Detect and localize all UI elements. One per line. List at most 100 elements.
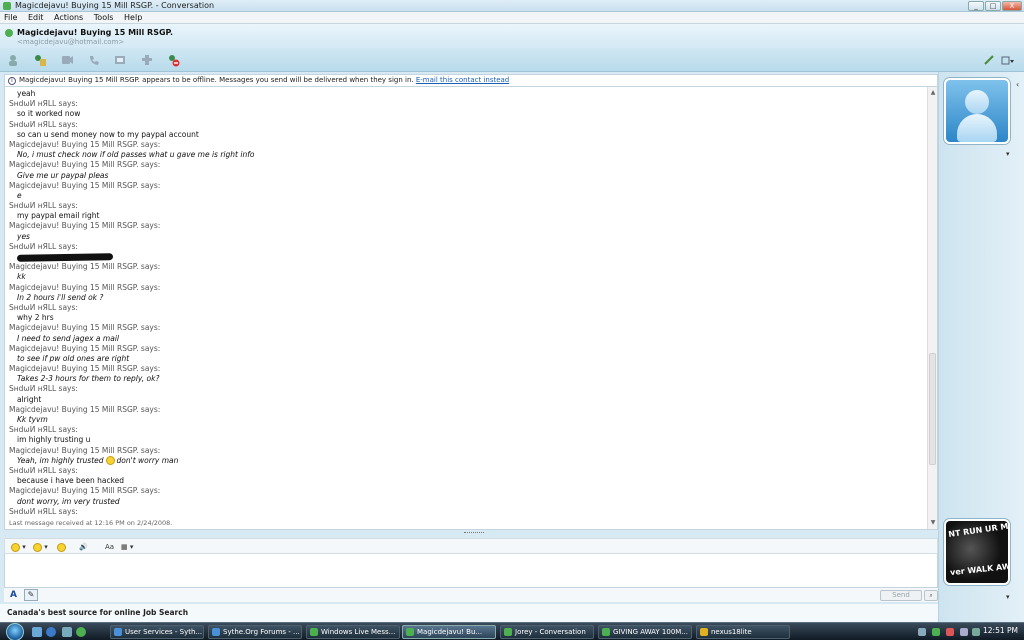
menu-edit[interactable]: Edit bbox=[24, 12, 48, 24]
message-sender: Magicdejavu! Buying 15 Mill RSGP. says: bbox=[9, 404, 161, 414]
scroll-thumb[interactable] bbox=[929, 353, 936, 465]
minimize-button[interactable]: _ bbox=[968, 1, 984, 11]
menu-tools[interactable]: Tools bbox=[90, 12, 118, 24]
contact-email: <magicdejavu@hotmail.com> bbox=[17, 38, 125, 46]
message-sender: SнdωИ нЯLL says: bbox=[9, 241, 78, 251]
menu-file[interactable]: File bbox=[0, 12, 21, 24]
contact-header: Magicdejavu! Buying 15 Mill RSGP. <magic… bbox=[0, 24, 1024, 48]
contact-name: Magicdejavu! Buying 15 Mill RSGP. bbox=[17, 28, 173, 37]
last-message-status: Last message received at 12:16 PM on 2/2… bbox=[9, 519, 173, 527]
message-text: to see if pw old ones are right bbox=[17, 353, 130, 363]
invite-icon[interactable] bbox=[6, 53, 20, 67]
contact-display-picture[interactable] bbox=[944, 78, 1010, 144]
call-icon[interactable] bbox=[87, 53, 101, 67]
menu-help[interactable]: Help bbox=[120, 12, 146, 24]
taskbar-item[interactable]: Windows Live Mess... bbox=[306, 625, 400, 639]
message-sender: SнdωИ нЯLL says: bbox=[9, 302, 78, 312]
messenger-quicklaunch-icon[interactable] bbox=[76, 627, 86, 637]
message-sender: SнdωИ нЯLL says: bbox=[9, 506, 78, 516]
message-sender: Magicdejavu! Buying 15 Mill RSGP. says: bbox=[9, 486, 161, 496]
message-text-part: Yeah, im highly trusted bbox=[17, 455, 104, 465]
message-sender: SнdωИ нЯLL says: bbox=[9, 119, 78, 129]
voice-clip-button[interactable]: 🔊 bbox=[79, 542, 88, 552]
message-sender: SнdωИ нЯLL says: bbox=[9, 425, 78, 435]
redaction-scribble bbox=[16, 252, 114, 262]
power-icon[interactable] bbox=[972, 628, 980, 636]
message-text: Give me ur paypal pleas bbox=[17, 170, 109, 180]
block-icon[interactable] bbox=[166, 53, 180, 67]
handwriting-mode-button[interactable]: ✎ bbox=[24, 589, 38, 601]
wink-button[interactable]: ▾ bbox=[33, 542, 48, 552]
window-controls: _ □ X bbox=[968, 1, 1022, 11]
send-button[interactable]: Send bbox=[880, 590, 922, 601]
message-text: im highly trusting u bbox=[17, 435, 91, 445]
taskbar-item[interactable]: Magicdejavu! Bu... bbox=[402, 625, 496, 639]
message-text: I need to send jagex a mail bbox=[17, 333, 119, 343]
message-sender: SнdωИ нЯLL says: bbox=[9, 99, 78, 109]
close-button[interactable]: X bbox=[1002, 1, 1022, 11]
taskbar-item[interactable]: Jorey - Conversation bbox=[500, 625, 594, 639]
message-text: In 2 hours i'll send ok ? bbox=[17, 292, 104, 302]
paint-icon[interactable] bbox=[982, 53, 996, 67]
message-text: so can u send money now to my paypal acc… bbox=[17, 129, 199, 139]
avatar-head bbox=[965, 90, 989, 114]
taskbar-item-icon bbox=[504, 628, 512, 636]
conversation-toolbar bbox=[0, 48, 1024, 72]
menu-actions[interactable]: Actions bbox=[50, 12, 87, 24]
contact-picture-menu-arrow[interactable]: ▾ bbox=[1006, 150, 1010, 158]
message-text: Kk tyvm bbox=[17, 415, 48, 424]
collapse-panel-icon[interactable]: ‹ bbox=[1016, 80, 1019, 89]
text-mode-button[interactable]: A bbox=[10, 590, 17, 600]
taskbar-item[interactable]: Sythe.Org Forums - ... bbox=[208, 625, 302, 639]
message-sender: Magicdejavu! Buying 15 Mill RSGP. says: bbox=[9, 180, 161, 190]
games-icon[interactable] bbox=[140, 53, 154, 67]
volume-icon[interactable] bbox=[960, 628, 968, 636]
share-files-icon[interactable] bbox=[33, 53, 47, 67]
browser-icon[interactable] bbox=[46, 627, 56, 637]
network-icon[interactable] bbox=[918, 628, 926, 636]
resize-grip[interactable] bbox=[464, 532, 484, 535]
start-button[interactable] bbox=[6, 623, 24, 640]
messenger-tray-icon[interactable] bbox=[932, 628, 940, 636]
avatar-body bbox=[957, 114, 997, 142]
security-icon[interactable] bbox=[946, 628, 954, 636]
background-button[interactable]: ▦ ▾ bbox=[121, 542, 133, 552]
my-display-picture[interactable]: NT RUN UR MSG ver WALK AW bbox=[944, 519, 1010, 585]
nudge-button[interactable] bbox=[57, 542, 66, 552]
messenger-icon bbox=[3, 2, 11, 10]
message-text: yes bbox=[17, 231, 30, 241]
emoticon-button[interactable]: ▾ bbox=[11, 542, 26, 552]
search-icon[interactable]: ⌕ bbox=[924, 590, 938, 601]
taskbar-item-label: Magicdejavu! Bu... bbox=[417, 628, 483, 636]
taskbar-item[interactable]: User Services - Syth... bbox=[110, 625, 204, 639]
ad-text[interactable]: Canada's best source for online Job Sear… bbox=[7, 608, 188, 617]
my-picture-menu-arrow[interactable]: ▾ bbox=[1006, 593, 1010, 601]
message-text: alright bbox=[17, 394, 42, 404]
conversation-scrollbar[interactable]: ▲ ▼ bbox=[927, 87, 937, 529]
maximize-button[interactable]: □ bbox=[985, 1, 1001, 11]
scroll-down-arrow[interactable]: ▼ bbox=[929, 519, 937, 527]
clock[interactable]: 12:51 PM bbox=[983, 626, 1018, 635]
message-input[interactable] bbox=[4, 554, 938, 588]
ad-banner[interactable]: Canada's best source for online Job Sear… bbox=[0, 604, 938, 622]
font-button[interactable]: Aa bbox=[105, 542, 114, 552]
taskbar: User Services - Syth... Sythe.Org Forums … bbox=[0, 622, 1024, 640]
video-call-icon[interactable] bbox=[60, 53, 74, 67]
message-sender: SнdωИ нЯLL says: bbox=[9, 465, 78, 475]
taskbar-item-icon bbox=[602, 628, 610, 636]
taskbar-item[interactable]: GIVING AWAY 100M... bbox=[598, 625, 692, 639]
switch-windows-icon[interactable] bbox=[62, 627, 72, 637]
window-title: Magicdejavu! Buying 15 Mill RSGP. - Conv… bbox=[15, 1, 215, 10]
taskbar-item[interactable]: nexus18lite bbox=[696, 625, 790, 639]
message-text: kk bbox=[17, 272, 26, 282]
activities-icon[interactable] bbox=[113, 53, 127, 67]
options-icon[interactable] bbox=[1000, 53, 1014, 67]
message-text: my paypal email right bbox=[17, 211, 100, 221]
message-text: Yeah, im highly trusted don't worry man bbox=[9, 456, 925, 466]
scroll-up-arrow[interactable]: ▲ bbox=[929, 89, 937, 97]
message-sender: Magicdejavu! Buying 15 Mill RSGP. says: bbox=[9, 262, 161, 272]
conversation-history[interactable]: yeah SнdωИ нЯLL says: so it worked now Sнdω… bbox=[4, 87, 938, 530]
offline-info-bar: i Magicdejavu! Buying 15 Mill RSGP. appe… bbox=[4, 74, 938, 87]
email-contact-link[interactable]: E-mail this contact instead bbox=[416, 76, 509, 84]
show-desktop-icon[interactable] bbox=[32, 627, 42, 637]
